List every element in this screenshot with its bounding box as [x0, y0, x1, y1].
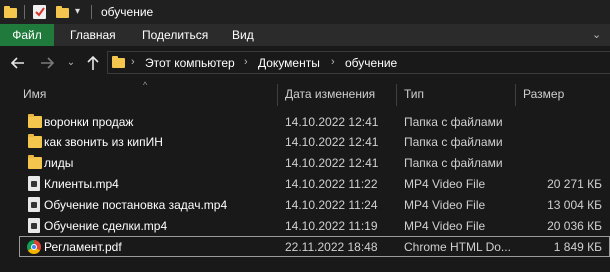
- folder-row[interactable]: как звонить из кипИН 14.10.2022 12:41 Па…: [20, 132, 610, 152]
- file-type: Папка с файлами: [404, 115, 503, 129]
- tab-share[interactable]: Поделиться: [142, 24, 208, 46]
- chrome-icon: [27, 240, 41, 254]
- toolbar-separator: [91, 5, 92, 19]
- sort-ascending-icon: ^: [143, 80, 148, 90]
- file-size: 13 004 КБ: [547, 198, 602, 212]
- file-row[interactable]: Обучение сделки.mp4 14.10.2022 11:19 MP4…: [20, 216, 610, 236]
- new-folder-icon[interactable]: [56, 6, 69, 18]
- video-file-icon: [28, 197, 40, 212]
- file-row-selected[interactable]: Регламент.pdf 22.11.2022 18:48 Chrome HT…: [19, 236, 610, 257]
- file-row[interactable]: Клиенты.mp4 14.10.2022 11:22 MP4 Video F…: [20, 174, 610, 194]
- folder-icon: [4, 6, 17, 18]
- customize-quick-access-icon[interactable]: ▾: [75, 6, 80, 17]
- column-divider[interactable]: [277, 84, 278, 106]
- breadcrumb-current-folder[interactable]: обучение: [345, 56, 397, 70]
- file-date: 14.10.2022 12:41: [285, 115, 379, 129]
- file-name: Обучение постановка задач.mp4: [44, 198, 228, 212]
- file-name: Обучение сделки.mp4: [44, 219, 168, 233]
- chevron-right-icon[interactable]: ›: [244, 56, 248, 68]
- folder-icon: [112, 56, 125, 68]
- file-date: 14.10.2022 11:19: [285, 219, 378, 233]
- file-date: 14.10.2022 11:22: [285, 177, 378, 191]
- up-button[interactable]: [84, 54, 102, 72]
- tab-file[interactable]: Файл: [0, 24, 54, 46]
- file-row[interactable]: Обучение постановка задач.mp4 14.10.2022…: [20, 195, 610, 215]
- file-name: Регламент.pdf: [44, 240, 122, 254]
- file-date: 14.10.2022 11:24: [285, 198, 378, 212]
- tab-view[interactable]: Вид: [232, 24, 254, 46]
- forward-button[interactable]: [38, 54, 56, 72]
- column-header-size[interactable]: Размер: [523, 84, 564, 104]
- chevron-right-icon[interactable]: ›: [331, 56, 335, 68]
- file-name: воронки продаж: [44, 115, 134, 129]
- file-name: лиды: [44, 156, 74, 170]
- column-divider[interactable]: [515, 84, 516, 106]
- file-type: MP4 Video File: [404, 177, 486, 191]
- back-button[interactable]: [9, 54, 27, 72]
- column-header-type[interactable]: Тип: [404, 84, 424, 104]
- file-size: [520, 153, 602, 173]
- recent-locations-icon[interactable]: ⌄: [62, 54, 80, 72]
- arrow-up-icon: [87, 55, 99, 70]
- file-size: [520, 132, 602, 152]
- window-title: обучение: [101, 5, 154, 19]
- file-type: MP4 Video File: [404, 219, 486, 233]
- file-size: 1 849 КБ: [553, 240, 602, 254]
- tab-home[interactable]: Главная: [70, 24, 116, 46]
- column-header-name[interactable]: Имя: [23, 84, 46, 104]
- folder-icon: [28, 114, 42, 128]
- properties-icon[interactable]: [33, 5, 46, 19]
- video-file-icon: [28, 218, 40, 233]
- file-type: Папка с файлами: [404, 156, 503, 170]
- file-name: как звонить из кипИН: [44, 135, 163, 149]
- breadcrumb-this-pc[interactable]: Этот компьютер: [145, 56, 235, 70]
- folder-icon: [28, 155, 42, 169]
- column-header-date[interactable]: Дата изменения: [285, 84, 375, 104]
- file-name: Клиенты.mp4: [44, 177, 119, 191]
- chevron-right-icon[interactable]: ›: [131, 56, 135, 68]
- folder-row[interactable]: лиды 14.10.2022 12:41 Папка с файлами: [20, 153, 610, 173]
- file-type: MP4 Video File: [404, 198, 486, 212]
- file-size: 20 271 КБ: [547, 177, 602, 191]
- folder-icon: [28, 134, 42, 148]
- column-divider[interactable]: [396, 84, 397, 106]
- file-date: 14.10.2022 12:41: [285, 156, 379, 170]
- folder-row[interactable]: воронки продаж 14.10.2022 12:41 Папка с …: [20, 112, 610, 132]
- file-type: Папка с файлами: [404, 135, 503, 149]
- file-size: 20 036 КБ: [547, 219, 602, 233]
- file-date: 14.10.2022 12:41: [285, 135, 379, 149]
- arrow-left-icon: [10, 57, 24, 69]
- file-date: 22.11.2022 18:48: [285, 240, 378, 254]
- toolbar-separator: [24, 5, 25, 19]
- file-type: Chrome HTML Do...: [404, 240, 511, 254]
- expand-ribbon-icon[interactable]: ⌄: [592, 30, 606, 41]
- video-file-icon: [28, 176, 40, 191]
- file-size: [520, 112, 602, 132]
- breadcrumb-documents[interactable]: Документы: [258, 56, 320, 70]
- arrow-right-icon: [41, 57, 55, 69]
